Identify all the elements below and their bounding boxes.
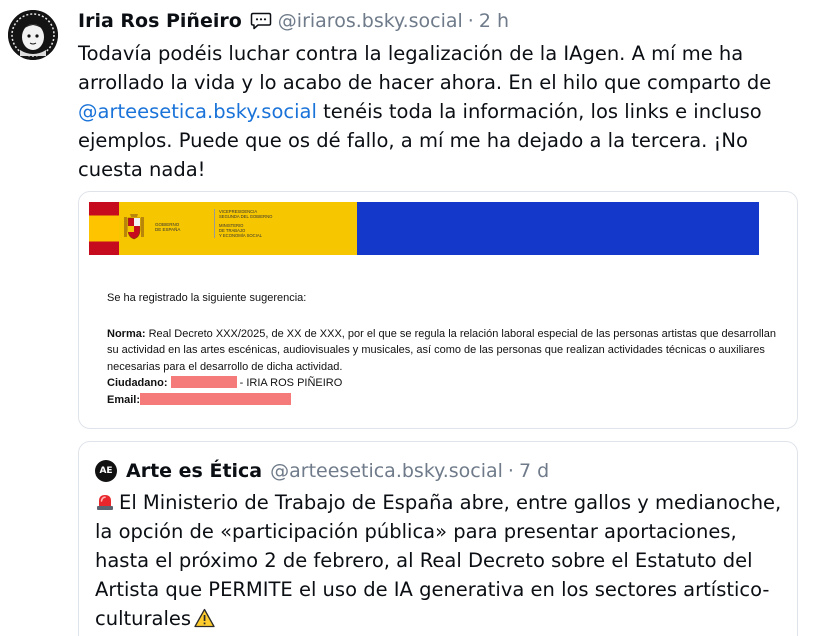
email-ciudadano: Ciudadano: - IRIA ROS PIÑEIRO <box>107 375 787 392</box>
author-avatar[interactable] <box>8 10 58 60</box>
ciudadano-label: Ciudadano: <box>107 377 168 389</box>
quoted-post[interactable]: AE Arte es Ética @arteesetica.bsky.socia… <box>78 441 798 636</box>
quoted-post-time[interactable]: 7 d <box>519 460 549 482</box>
quoted-post-text: El Ministerio de Trabajo de España abre,… <box>95 488 785 633</box>
email-intro: Se ha registrado la siguiente sugerencia… <box>107 292 307 304</box>
post-image[interactable]: GOBIERNO DE ESPAÑA VICEPRESIDENCIA SEGUN… <box>78 191 798 429</box>
norma-label: Norma: <box>107 327 146 340</box>
email-norma: Norma: Real Decreto XXX/2025, de XX de X… <box>107 326 787 376</box>
author-name[interactable]: Iria Ros Piñeiro <box>78 10 242 32</box>
separator-dot: · <box>507 460 514 482</box>
email-label: Email: <box>107 393 141 406</box>
mention-link[interactable]: @arteesetica.bsky.social <box>78 100 317 123</box>
gov-line-2: DE ESPAÑA <box>155 227 181 232</box>
ministry-line-2: SEGUNDA DEL GOBIERNO <box>219 214 273 219</box>
redaction-bar <box>170 376 237 388</box>
post-text-before: Todavía podéis luchar contra la legaliza… <box>78 42 772 94</box>
rotating-light-icon <box>95 491 115 511</box>
post-time[interactable]: 2 h <box>479 10 509 32</box>
ministry-name: VICEPRESIDENCIA SEGUNDA DEL GOBIERNO MIN… <box>214 209 272 238</box>
separator-dot: · <box>467 10 474 32</box>
quoted-author-name[interactable]: Arte es Ética <box>126 460 262 482</box>
warning-icon <box>194 607 215 628</box>
government-banner: GOBIERNO DE ESPAÑA VICEPRESIDENCIA SEGUN… <box>89 202 759 255</box>
quoted-author-avatar[interactable]: AE <box>95 460 117 482</box>
spain-flag <box>89 202 119 255</box>
post: Iria Ros Piñeiro @iriaros.bsky.social · … <box>78 6 808 184</box>
author-handle[interactable]: @iriaros.bsky.social <box>278 10 463 32</box>
redaction-bar <box>140 392 292 405</box>
quoted-author-handle[interactable]: @arteesetica.bsky.social <box>270 460 503 482</box>
quoted-post-header: AE Arte es Ética @arteesetica.bsky.socia… <box>95 458 549 484</box>
post-header: Iria Ros Piñeiro @iriaros.bsky.social · … <box>78 6 808 36</box>
gov-name: GOBIERNO DE ESPAÑA <box>155 222 180 232</box>
post-text: Todavía podéis luchar contra la legaliza… <box>78 39 808 184</box>
email-email: Email: <box>107 392 787 409</box>
coat-of-arms-icon <box>124 214 144 240</box>
email-content: Se ha registrado la siguiente sugerencia… <box>107 290 787 408</box>
norma-text: Real Decreto XXX/2025, de XX de XXX, por… <box>107 327 776 373</box>
ministry-logo: GOBIERNO DE ESPAÑA VICEPRESIDENCIA SEGUN… <box>119 202 357 255</box>
banner-blue-band <box>357 202 759 255</box>
ministry-line-5: Y ECONOMÍA SOCIAL <box>219 233 262 238</box>
ciudadano-suffix: - IRIA ROS PIÑEIRO <box>236 377 343 389</box>
speech-bubble-icon <box>250 12 272 30</box>
